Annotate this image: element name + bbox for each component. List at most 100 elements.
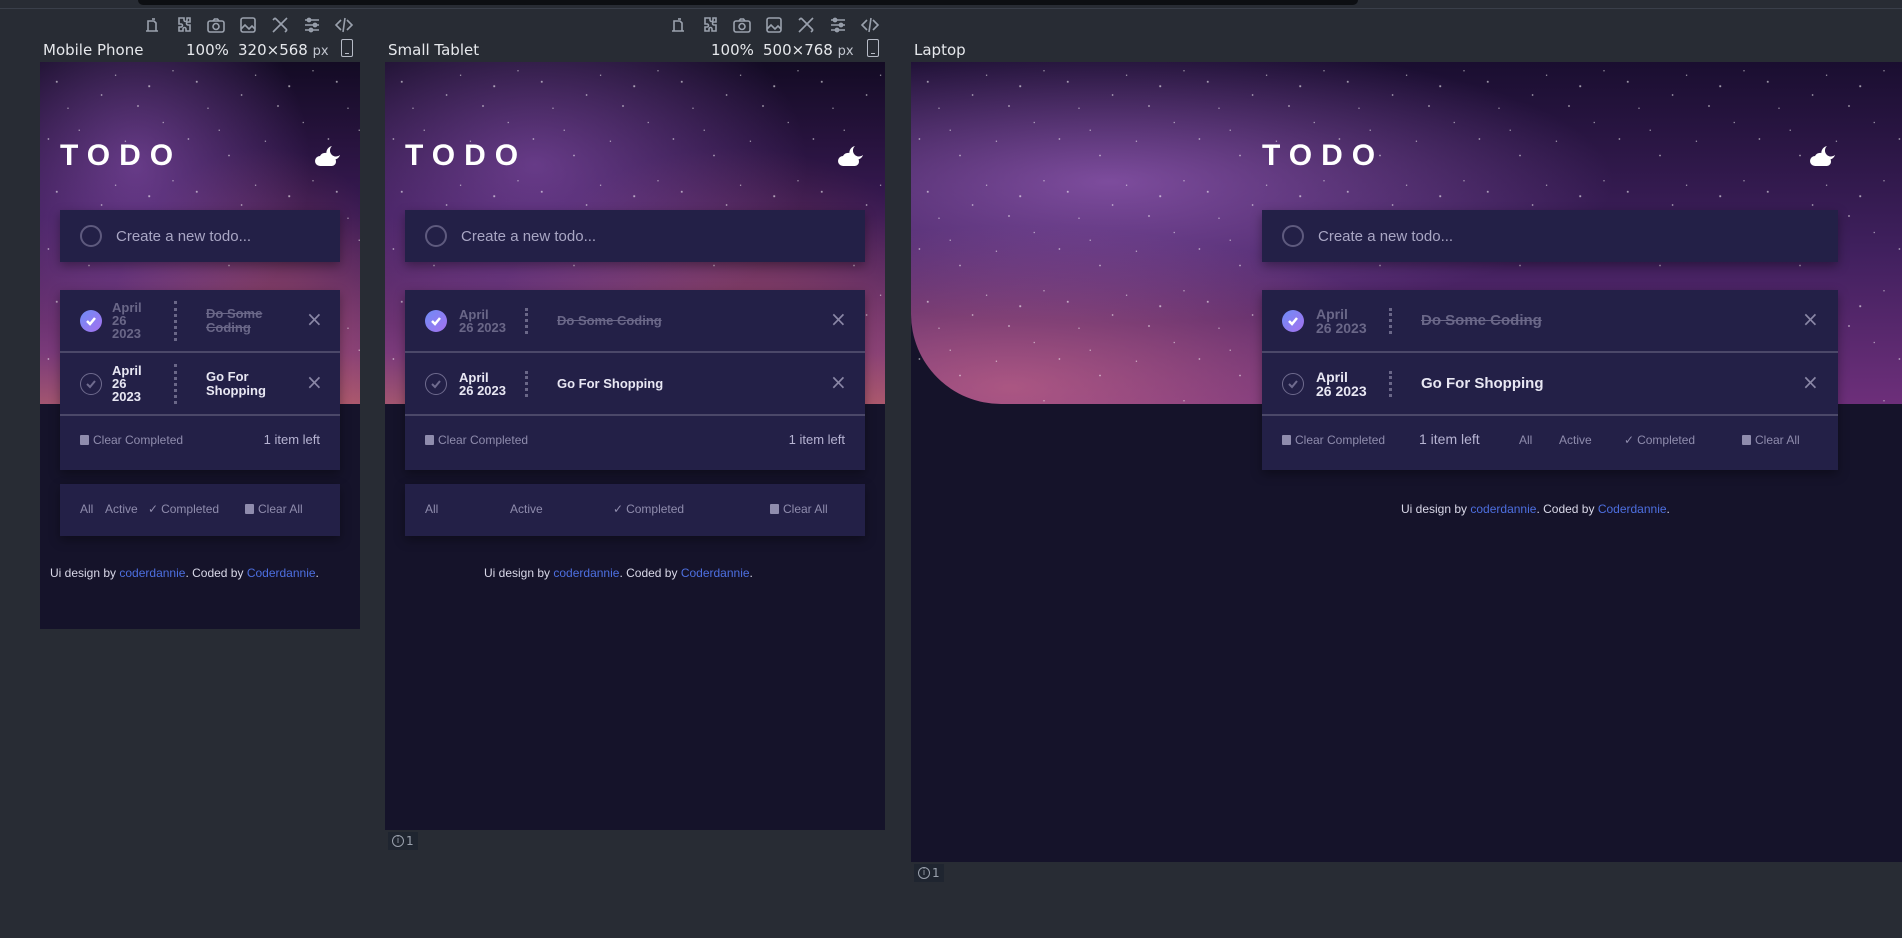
theme-toggle-icon[interactable] — [1809, 144, 1837, 168]
issues-badge[interactable]: i1 — [388, 832, 418, 850]
filter-active[interactable]: Active — [1559, 433, 1592, 447]
check-icon: ✓ — [1624, 433, 1635, 447]
camera-icon[interactable] — [730, 13, 754, 37]
clear-all-button[interactable]: Clear All — [770, 502, 828, 516]
theme-toggle-icon[interactable] — [837, 144, 865, 168]
image-icon[interactable] — [236, 13, 260, 37]
todo-text: Do Some Coding — [206, 305, 263, 335]
settings-sliders-icon[interactable] — [300, 13, 324, 37]
filter-completed[interactable]: ✓ Completed — [148, 502, 219, 516]
todo-item[interactable]: April 26 2023 Do Some Coding × — [405, 290, 865, 353]
todo-item[interactable]: April 26 2023 Do Some Coding × — [60, 290, 340, 353]
date-divider — [1389, 307, 1393, 334]
delete-todo-icon[interactable]: × — [830, 370, 847, 394]
camera-icon[interactable] — [204, 13, 228, 37]
mobile-device-header: Mobile Phone 100% 320×568 px — [43, 37, 361, 59]
extensions-icon[interactable] — [172, 13, 196, 37]
coder-link[interactable]: Coderdannie — [1598, 502, 1667, 516]
filter-completed[interactable]: ✓ Completed — [1624, 433, 1695, 447]
zoom-level[interactable]: 100% — [711, 41, 754, 59]
completed-check-icon[interactable] — [425, 309, 447, 332]
code-icon[interactable] — [858, 13, 882, 37]
new-todo-input[interactable]: Create a new todo... — [405, 210, 865, 262]
delete-todo-icon[interactable]: × — [1802, 370, 1819, 394]
rotate-icon[interactable] — [666, 13, 690, 37]
uncompleted-check-icon[interactable] — [80, 372, 102, 395]
filter-active[interactable]: Active — [105, 502, 138, 516]
uncompleted-check-icon[interactable] — [425, 372, 447, 395]
designer-link[interactable]: coderdannie — [1470, 502, 1536, 516]
coder-link[interactable]: Coderdannie — [681, 566, 750, 580]
filter-bar: All Active ✓ Completed Clear All — [405, 484, 865, 536]
theme-toggle-icon[interactable] — [314, 144, 342, 168]
tablet-toolbar — [666, 13, 882, 39]
device-type-icon[interactable] — [867, 39, 879, 57]
footer-credit: Ui design by coderdannie. Coded by Coder… — [484, 566, 753, 580]
tools-icon[interactable] — [794, 13, 818, 37]
issues-badge[interactable]: i1 — [914, 864, 944, 882]
code-icon[interactable] — [332, 13, 356, 37]
delete-todo-icon[interactable]: × — [306, 307, 323, 331]
items-left-count: 1 item left — [788, 432, 845, 447]
todo-item[interactable]: April 26 2023 Go For Shopping × — [1262, 353, 1838, 416]
footer-credit: Ui design by coderdannie. Coded by Coder… — [50, 566, 319, 580]
todo-date: April 26 2023 — [1316, 368, 1367, 399]
todo-list: April 26 2023 Do Some Coding × April 26 20… — [1262, 290, 1838, 470]
filter-bar: All Active ✓ Completed Clear All — [60, 484, 340, 536]
trash-icon — [425, 435, 434, 445]
items-left-count: 1 item left — [1419, 431, 1480, 447]
todo-list: April 26 2023 Do Some Coding × April 26 2023 … — [60, 290, 340, 470]
check-icon: ✓ — [148, 502, 159, 516]
clear-all-button[interactable]: Clear All — [245, 502, 303, 516]
tools-icon[interactable] — [268, 13, 292, 37]
date-divider — [1389, 370, 1393, 397]
info-icon: i — [918, 867, 930, 879]
app-title: TODO — [405, 139, 528, 172]
filter-all[interactable]: All — [1519, 433, 1532, 447]
clear-completed-button[interactable]: Clear Completed — [80, 433, 183, 447]
zoom-level[interactable]: 100% — [186, 41, 229, 59]
app-title: TODO — [1262, 139, 1385, 172]
new-todo-input[interactable]: Create a new todo... — [60, 210, 340, 262]
delete-todo-icon[interactable]: × — [1802, 307, 1819, 331]
device-dimensions[interactable]: 320×568 px — [238, 41, 329, 59]
filter-completed[interactable]: ✓ Completed — [613, 502, 684, 516]
device-dimensions[interactable]: 500×768 px — [763, 41, 854, 59]
date-divider — [174, 300, 178, 341]
check-icon: ✓ — [613, 502, 624, 516]
app-title: TODO — [60, 139, 183, 172]
todo-date: April 26 2023 — [112, 300, 142, 341]
uncompleted-check-icon[interactable] — [1282, 372, 1304, 395]
mobile-frame: TODO Create a new todo... April 26 2023 Do… — [40, 62, 360, 629]
clear-completed-button[interactable]: Clear Completed — [1282, 433, 1385, 447]
todo-date: April 26 2023 — [459, 369, 506, 398]
new-todo-circle[interactable] — [80, 225, 102, 247]
todo-item[interactable]: April 26 2023 Go For Shopping × — [60, 353, 340, 416]
settings-sliders-icon[interactable] — [826, 13, 850, 37]
device-name: Small Tablet — [388, 41, 480, 59]
delete-todo-icon[interactable]: × — [306, 370, 323, 394]
completed-check-icon[interactable] — [1282, 309, 1304, 332]
coder-link[interactable]: Coderdannie — [247, 566, 316, 580]
device-type-icon[interactable] — [341, 39, 353, 57]
filter-all[interactable]: All — [425, 502, 438, 516]
filter-all[interactable]: All — [80, 502, 93, 516]
tablet-device-header: Small Tablet 100% 500×768 px — [388, 37, 886, 59]
new-todo-input[interactable]: Create a new todo... — [1262, 210, 1838, 262]
designer-link[interactable]: coderdannie — [553, 566, 619, 580]
completed-check-icon[interactable] — [80, 309, 102, 332]
clear-completed-button[interactable]: Clear Completed — [425, 433, 528, 447]
device-name: Mobile Phone — [43, 41, 144, 59]
todo-date: April 26 2023 — [1316, 305, 1367, 336]
extensions-icon[interactable] — [698, 13, 722, 37]
filter-active[interactable]: Active — [510, 502, 543, 516]
new-todo-circle[interactable] — [1282, 225, 1304, 247]
new-todo-circle[interactable] — [425, 225, 447, 247]
rotate-icon[interactable] — [140, 13, 164, 37]
designer-link[interactable]: coderdannie — [119, 566, 185, 580]
todo-item[interactable]: April 26 2023 Go For Shopping × — [405, 353, 865, 416]
clear-all-button[interactable]: Clear All — [1742, 433, 1800, 447]
image-icon[interactable] — [762, 13, 786, 37]
todo-item[interactable]: April 26 2023 Do Some Coding × — [1262, 290, 1838, 353]
delete-todo-icon[interactable]: × — [830, 307, 847, 331]
